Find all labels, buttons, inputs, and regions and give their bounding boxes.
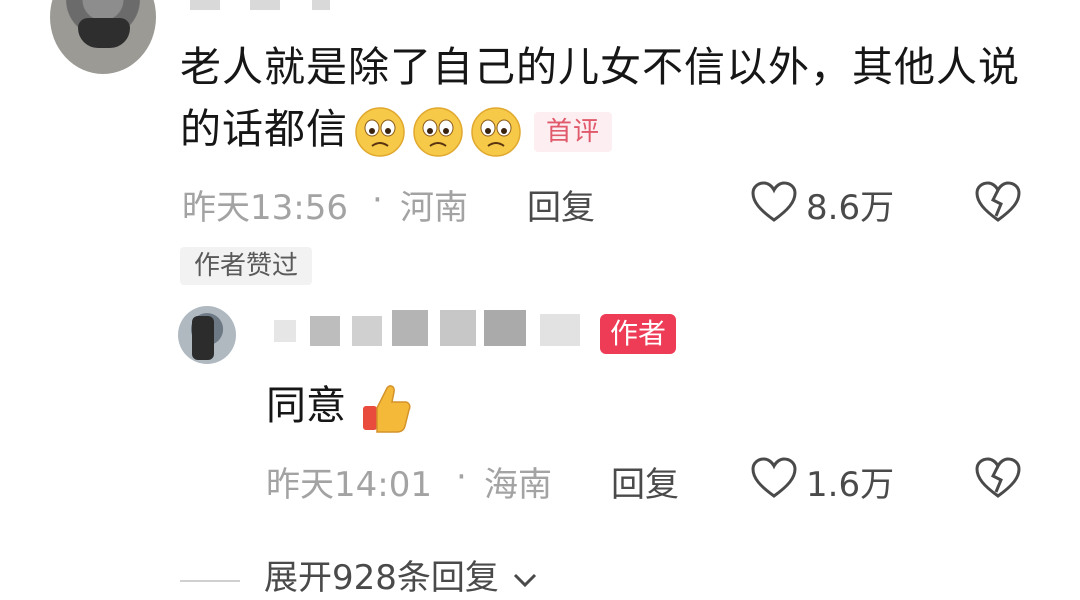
blurred-username (392, 310, 428, 346)
meta-separator: · (456, 457, 467, 497)
dislike-broken-heart-icon[interactable] (974, 180, 1022, 224)
meta-separator: · (372, 180, 383, 220)
blurred-username (250, 0, 280, 10)
frown-face-icon (355, 107, 405, 157)
reply-text-block: 同意 (266, 380, 415, 436)
like-heart-icon[interactable] (750, 456, 798, 500)
chevron-down-icon (513, 573, 536, 587)
comment-location: 河南 (400, 188, 468, 228)
author-liked-tag: 作者赞过 (180, 247, 313, 285)
expand-divider (180, 580, 240, 582)
like-count: 1.6万 (806, 465, 895, 505)
like-count: 8.6万 (806, 188, 895, 228)
blurred-username (190, 0, 220, 10)
expand-replies-label: 展开928条回复 (264, 558, 499, 598)
blurred-username (312, 0, 330, 10)
blurred-username (310, 316, 340, 346)
first-comment-badge: 首评 (534, 112, 613, 152)
reply-author-avatar[interactable] (178, 306, 236, 364)
dislike-broken-heart-icon[interactable] (974, 456, 1022, 500)
reply-text: 同意 (266, 383, 346, 429)
reply-button[interactable]: 回复 (611, 457, 679, 506)
blurred-username (440, 310, 476, 346)
commenter-avatar[interactable] (50, 0, 156, 74)
blurred-username (274, 320, 296, 342)
like-heart-icon[interactable] (750, 180, 798, 224)
blurred-username (540, 314, 580, 346)
comment-text-block: 老人就是除了自己的儿女不信以外，其他人说的话都信 首评 (180, 36, 1040, 160)
reply-location: 海南 (484, 465, 552, 505)
frown-face-icon (413, 107, 463, 157)
blurred-username (352, 316, 382, 346)
reply-button[interactable]: 回复 (527, 180, 595, 229)
frown-face-icon (471, 107, 521, 157)
expand-replies-button[interactable]: 展开928条回复 (264, 556, 540, 600)
emoji-group (354, 106, 522, 158)
author-badge: 作者 (600, 314, 677, 354)
reply-time: 昨天14:01 (266, 465, 432, 505)
comment-time: 昨天13:56 (182, 188, 348, 228)
thumbs-up-icon (362, 385, 411, 433)
blurred-username (484, 310, 526, 346)
